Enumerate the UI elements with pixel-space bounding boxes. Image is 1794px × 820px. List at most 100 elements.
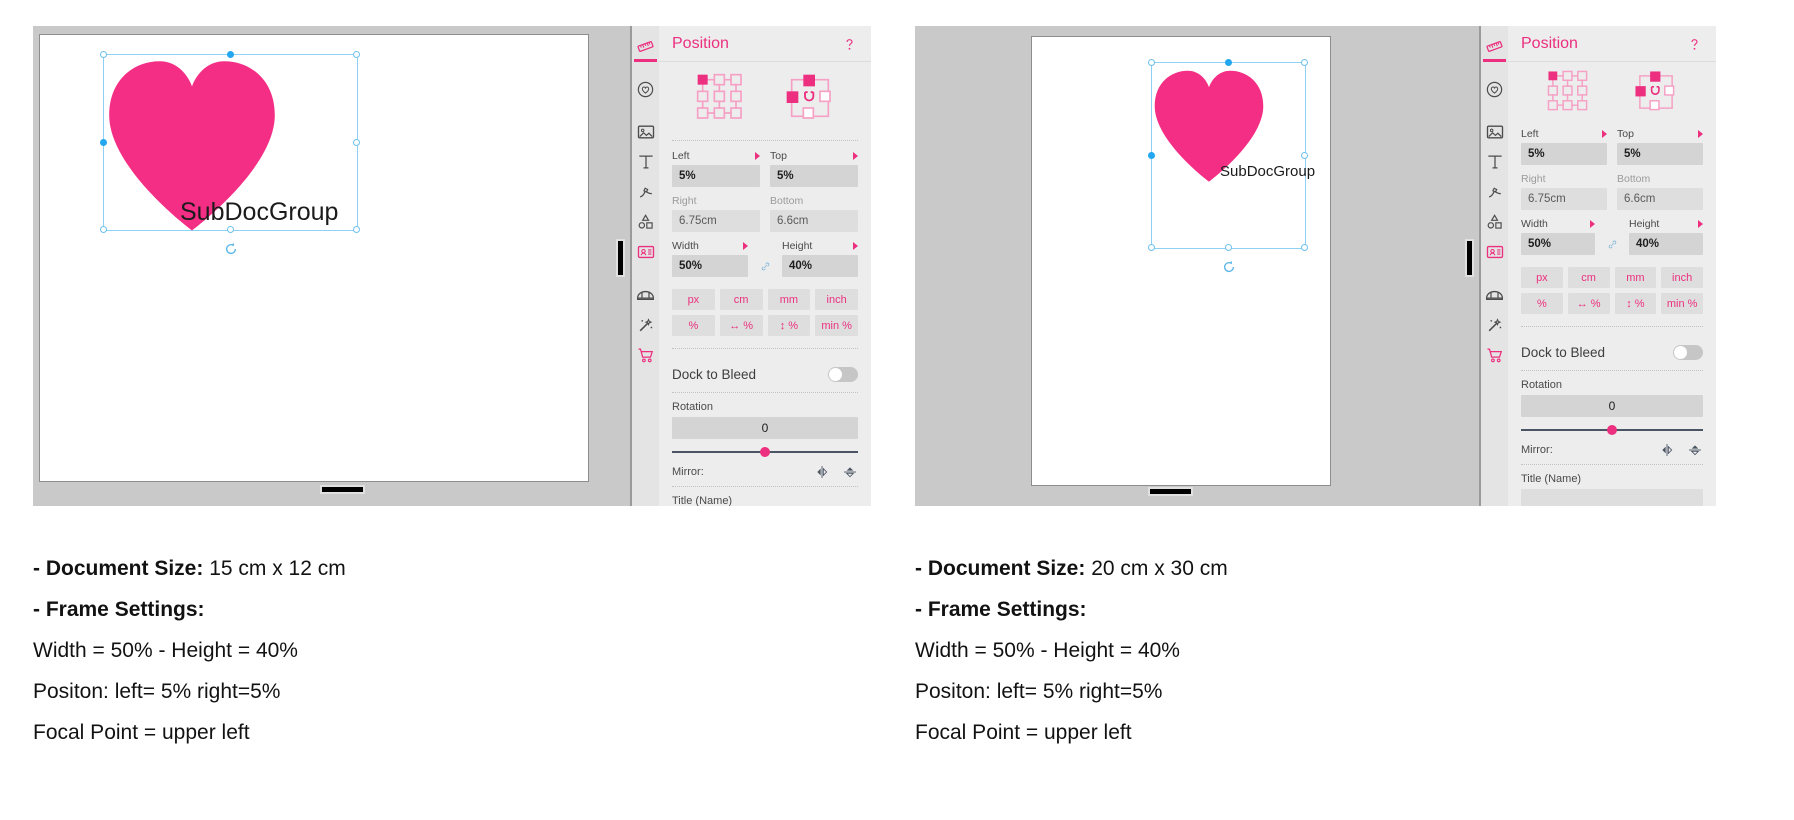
tool-image-icon[interactable] <box>1481 118 1508 146</box>
unit-px-button[interactable]: px <box>1521 267 1563 288</box>
link-aspect-ratio-icon[interactable] <box>758 255 772 277</box>
anchor-grid-icon[interactable] <box>1543 70 1595 119</box>
resize-handle-bottom-center[interactable] <box>226 226 234 233</box>
tool-cart-icon[interactable] <box>632 341 659 369</box>
tool-pen-path-icon[interactable] <box>632 178 659 206</box>
tool-image-icon[interactable] <box>632 118 659 146</box>
tool-pen-path-icon[interactable] <box>1481 178 1508 206</box>
caret-right-icon[interactable] <box>853 151 858 160</box>
help-icon[interactable] <box>841 36 858 53</box>
caret-right-icon[interactable] <box>755 151 760 160</box>
field-right-input[interactable]: 6.75cm <box>1521 188 1607 210</box>
rotate-handle-icon[interactable] <box>1222 260 1236 274</box>
caret-right-icon[interactable] <box>1698 219 1703 228</box>
document-page-right[interactable]: SubDocGroup <box>1031 36 1331 486</box>
resize-handle-top-center[interactable] <box>226 51 234 58</box>
resize-handle-middle-left[interactable] <box>100 138 107 146</box>
unit-percent-width-button[interactable]: ↔ % <box>1567 293 1610 314</box>
resize-handle-top-center[interactable] <box>1224 59 1232 66</box>
resize-handle-bottom-left[interactable] <box>1148 244 1155 251</box>
unit-percent-button[interactable]: % <box>1521 293 1563 314</box>
rotation-slider-thumb[interactable] <box>1607 425 1617 435</box>
rotation-slider[interactable] <box>1521 423 1703 437</box>
resize-handle-middle-right[interactable] <box>1301 151 1308 159</box>
caret-right-icon[interactable] <box>1698 129 1703 138</box>
field-width-input[interactable]: 50% <box>672 255 748 277</box>
field-top-input[interactable]: 5% <box>1617 143 1703 165</box>
selected-frame-left[interactable]: SubDocGroup <box>100 51 360 255</box>
field-bottom-input[interactable]: 6.6cm <box>1617 188 1703 210</box>
unit-mm-button[interactable]: mm <box>1614 267 1657 288</box>
unit-cm-button[interactable]: cm <box>719 289 763 310</box>
field-bottom-input[interactable]: 6.6cm <box>770 210 858 232</box>
tool-cart-icon[interactable] <box>1481 341 1508 369</box>
resize-handle-middle-left[interactable] <box>1148 151 1155 159</box>
horizontal-scrollbar-left[interactable] <box>320 485 365 494</box>
resize-handle-top-left[interactable] <box>100 51 107 58</box>
tool-id-card-icon[interactable] <box>632 238 659 266</box>
dock-to-bleed-toggle[interactable] <box>828 367 858 382</box>
rotation-slider-thumb[interactable] <box>760 447 770 457</box>
field-width-input[interactable]: 50% <box>1521 233 1595 255</box>
unit-inch-button[interactable]: inch <box>1661 267 1703 288</box>
tool-text-icon[interactable] <box>1481 148 1508 176</box>
anchor-grid-icon[interactable] <box>692 73 750 128</box>
unit-mm-button[interactable]: mm <box>767 289 811 310</box>
tool-text-icon[interactable] <box>632 148 659 176</box>
unit-px-button[interactable]: px <box>672 289 715 310</box>
mirror-vertical-icon[interactable] <box>842 464 858 480</box>
resize-handle-middle-right[interactable] <box>353 138 360 146</box>
mirror-horizontal-icon[interactable] <box>1659 442 1675 458</box>
document-page-left[interactable]: SubDocGroup <box>39 34 589 482</box>
rotation-slider[interactable] <box>672 445 858 459</box>
title-name-input[interactable] <box>1521 489 1703 506</box>
resize-handle-bottom-center[interactable] <box>1224 244 1232 251</box>
tool-shapes-icon[interactable] <box>1481 208 1508 236</box>
unit-inch-button[interactable]: inch <box>815 289 858 310</box>
unit-cm-button[interactable]: cm <box>1567 267 1610 288</box>
anchor-magnet-icon[interactable] <box>781 73 839 128</box>
resize-handle-bottom-right[interactable] <box>1301 244 1308 251</box>
tool-magic-wand-icon[interactable] <box>632 311 659 339</box>
resize-handle-bottom-right[interactable] <box>353 226 360 233</box>
unit-percent-height-button[interactable]: ↕ % <box>767 315 811 336</box>
caret-right-icon[interactable] <box>1602 129 1607 138</box>
rotation-input[interactable]: 0 <box>672 417 858 439</box>
dock-to-bleed-toggle[interactable] <box>1673 345 1703 360</box>
caret-right-icon[interactable] <box>853 241 858 250</box>
caret-right-icon[interactable] <box>743 241 748 250</box>
tool-ruler-icon[interactable] <box>1481 32 1508 62</box>
unit-min-percent-button[interactable]: min % <box>815 315 858 336</box>
resize-handle-top-right[interactable] <box>1301 59 1308 66</box>
field-top-input[interactable]: 5% <box>770 165 858 187</box>
tool-heart-circle-icon[interactable] <box>1481 75 1508 103</box>
unit-percent-width-button[interactable]: ↔ % <box>719 315 763 336</box>
mirror-vertical-icon[interactable] <box>1687 442 1703 458</box>
tool-id-card-icon[interactable] <box>1481 238 1508 266</box>
rotate-handle-icon[interactable] <box>224 242 238 256</box>
field-height-input[interactable]: 40% <box>1629 233 1703 255</box>
resize-handle-top-left[interactable] <box>1148 59 1155 66</box>
unit-min-percent-button[interactable]: min % <box>1661 293 1703 314</box>
tool-magic-wand-icon[interactable] <box>1481 311 1508 339</box>
unit-percent-height-button[interactable]: ↕ % <box>1614 293 1657 314</box>
tool-ruler-icon[interactable] <box>632 32 659 62</box>
selected-frame-right[interactable]: SubDocGroup <box>1148 59 1315 273</box>
resize-handle-bottom-left[interactable] <box>100 226 107 233</box>
field-right-input[interactable]: 6.75cm <box>672 210 760 232</box>
unit-percent-button[interactable]: % <box>672 315 715 336</box>
caret-right-icon[interactable] <box>1590 219 1595 228</box>
tool-shapes-icon[interactable] <box>632 208 659 236</box>
rotation-input[interactable]: 0 <box>1521 395 1703 417</box>
mirror-horizontal-icon[interactable] <box>814 464 830 480</box>
vertical-scrollbar-right[interactable] <box>1465 239 1474 277</box>
resize-handle-top-right[interactable] <box>353 51 360 58</box>
help-icon[interactable] <box>1686 36 1703 53</box>
field-height-input[interactable]: 40% <box>782 255 858 277</box>
vertical-scrollbar-left[interactable] <box>616 239 625 277</box>
canvas-stage-left[interactable]: SubDocGroup <box>33 26 630 506</box>
field-left-input[interactable]: 5% <box>1521 143 1607 165</box>
anchor-magnet-icon[interactable] <box>1630 70 1682 119</box>
tool-crown-icon[interactable] <box>632 281 659 309</box>
tool-crown-icon[interactable] <box>1481 281 1508 309</box>
